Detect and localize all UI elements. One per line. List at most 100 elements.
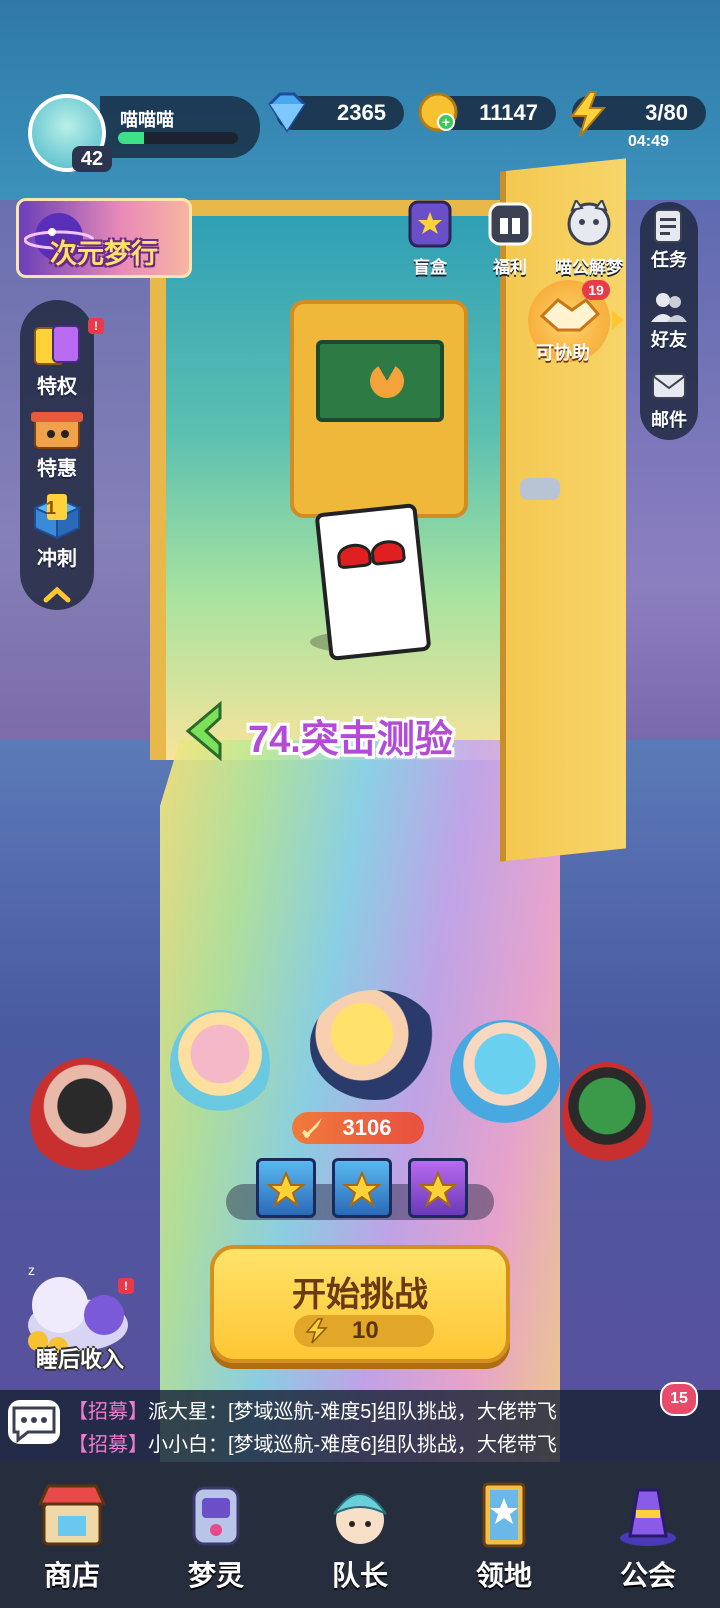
hero-swordswoman[interactable] (30, 1058, 140, 1178)
spirit-robot-icon (192, 1486, 240, 1546)
mail-button[interactable]: 邮件 (642, 368, 696, 432)
guild-hat-icon (620, 1488, 676, 1546)
cat-dream-icon (567, 197, 611, 246)
sleep-income-label: 睡后收入 (36, 1347, 125, 1372)
chat-tag: 【招募】 (68, 1401, 148, 1423)
star-chest-3[interactable] (408, 1158, 468, 1218)
friends-icon (651, 293, 687, 322)
hero-captain-shield[interactable] (310, 990, 440, 1100)
lightning-icon (305, 1318, 328, 1344)
sprint-rank-number: 1 (46, 498, 57, 518)
mail-icon (652, 373, 686, 399)
sleeping-creature-icon: z (28, 1262, 128, 1357)
player-level: 42 (72, 146, 112, 172)
nav-territory-label: 领地 (475, 1560, 532, 1591)
hero-vr-girl[interactable] (170, 1010, 270, 1120)
player-name: 喵喵喵 (120, 110, 174, 130)
mail-label: 邮件 (651, 410, 687, 430)
star-chest-1[interactable] (256, 1158, 316, 1218)
hero-bunny-warrior[interactable] (562, 1062, 652, 1172)
nav-guild[interactable]: 公会 (576, 1462, 720, 1608)
captain-avatar-icon (333, 1493, 387, 1544)
door-handle (520, 478, 560, 500)
task-list-icon (654, 209, 682, 243)
chat-icon[interactable] (8, 1400, 60, 1444)
gold-value: 11147 (479, 100, 538, 125)
boss-eye-right (369, 538, 407, 566)
exp-fill (118, 132, 145, 144)
chat-text: 派大星：[梦域巡航-难度5]组队挑战，大佬带飞 (148, 1401, 557, 1423)
territory-door-icon (482, 1482, 526, 1548)
blind-box-button[interactable]: 盲盒 (402, 200, 458, 278)
stage-title: 74.突击测验 (248, 719, 453, 761)
svg-text:z: z (28, 1262, 35, 1278)
sprint-box-icon (32, 494, 82, 540)
shop-icon (37, 1484, 107, 1546)
team-power-badge: 3106 (292, 1112, 424, 1144)
assist-label: 可协助 (536, 343, 590, 363)
sale-button[interactable]: 特惠 (26, 404, 88, 481)
gift-icon (488, 202, 532, 246)
blind-box-label: 盲盒 (413, 258, 447, 277)
nav-territory[interactable]: 领地 (432, 1462, 576, 1608)
gift-box-icon (31, 412, 83, 449)
tasks-button[interactable]: 任务 (642, 208, 696, 272)
nav-spirits[interactable]: 梦灵 (144, 1462, 288, 1608)
event-title: 次元梦行 (50, 239, 158, 269)
blind-box-icon (408, 200, 452, 248)
pacman-icon (363, 357, 411, 405)
chat-text: 小小白：[梦域巡航-难度6]组队挑战，大佬带飞 (148, 1434, 557, 1456)
chat-unread-badge: 15 (660, 1382, 698, 1416)
welfare-button[interactable]: 福利 (482, 200, 538, 278)
star-chest-icon (342, 1170, 382, 1208)
team-power-value: 3106 (342, 1115, 392, 1140)
nav-spirits-label: 梦灵 (187, 1560, 244, 1591)
lightning-icon (570, 91, 607, 137)
energy-cost: 10 (294, 1315, 434, 1347)
sleep-alert-badge: ! (118, 1278, 134, 1294)
privilege-cards-icon (34, 325, 80, 365)
back-arrow-icon[interactable] (180, 700, 228, 762)
arcade-screen (316, 340, 444, 422)
nav-shop-label: 商店 (43, 1560, 100, 1591)
arrow-right-icon (612, 310, 624, 330)
collapse-chevron-icon[interactable] (42, 584, 72, 604)
star-chest-icon (266, 1170, 306, 1208)
friends-button[interactable]: 好友 (642, 288, 696, 352)
svg-text:+: + (442, 114, 450, 130)
assist-count-badge: 19 (582, 280, 610, 300)
nav-guild-label: 公会 (619, 1560, 676, 1591)
energy-timer: 04:49 (628, 133, 669, 150)
start-challenge-button[interactable]: 开始挑战 10 (210, 1245, 510, 1363)
sprint-button[interactable]: 冲刺 (26, 494, 88, 571)
energy-value: 3/80 (645, 100, 688, 125)
star-chest-2[interactable] (332, 1158, 392, 1218)
nav-shop[interactable]: 商店 (0, 1462, 144, 1608)
speech-bubble-icon (12, 1406, 56, 1444)
arcade-machine (290, 300, 468, 518)
tasks-label: 任务 (651, 250, 687, 270)
nav-captain[interactable]: 队长 (288, 1462, 432, 1608)
chat-tag: 【招募】 (68, 1434, 148, 1456)
sale-label: 特惠 (37, 458, 77, 480)
chat-message-1: 【招募】派大星：[梦域巡航-难度5]组队挑战，大佬带飞 (68, 1395, 557, 1424)
dream-interpret-label: 喵公解梦 (555, 258, 623, 277)
dream-interpret-button[interactable]: 喵公解梦 (554, 197, 624, 278)
hero-genie-girl[interactable] (450, 1020, 560, 1130)
bottom-nav: 商店 梦灵 队长 领地 公会 (0, 1462, 720, 1608)
diamond-value: 2365 (337, 100, 386, 125)
privilege-alert-badge: ! (88, 318, 104, 334)
nav-captain-label: 队长 (331, 1560, 388, 1591)
diamond-icon (268, 92, 306, 133)
privilege-button[interactable]: 特权 (26, 322, 88, 399)
sword-icon (301, 1118, 322, 1139)
privilege-label: 特权 (37, 376, 77, 398)
gold-coin-icon: + (418, 92, 458, 132)
stage-boss-paper[interactable] (314, 503, 432, 661)
welfare-label: 福利 (493, 258, 527, 277)
start-label: 开始挑战 (292, 1276, 428, 1314)
friends-label: 好友 (651, 330, 687, 350)
exp-bar (118, 132, 238, 144)
chat-message-2: 【招募】小小白：[梦域巡航-难度6]组队挑战，大佬带飞 (68, 1428, 557, 1457)
boss-eye-left (335, 542, 373, 570)
